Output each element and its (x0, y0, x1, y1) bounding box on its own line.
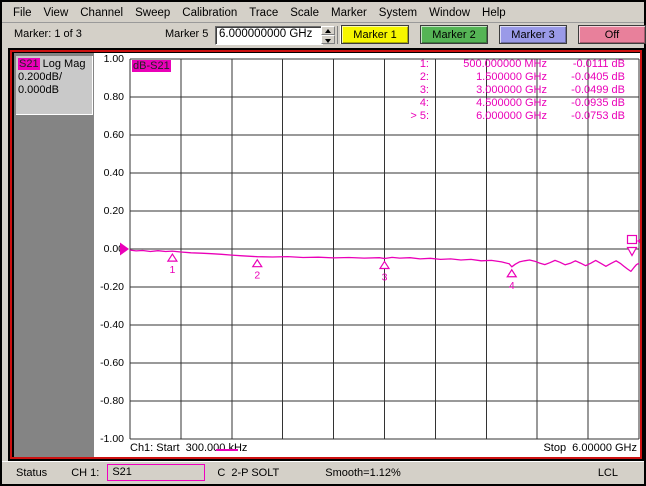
marker-readout-row: 1: 500.000000 MHz -0.0111 dB (419, 58, 625, 70)
y-tick-label: 0.20 (103, 205, 124, 217)
trace1-color-key-icon (216, 449, 238, 451)
up-arrow-icon (325, 29, 331, 33)
svg-text:1: 1 (169, 264, 175, 276)
stepper-down-button[interactable] (321, 35, 335, 44)
y-tick-label: -0.60 (100, 357, 124, 369)
measurement-indicator: S21 (107, 464, 206, 481)
trace-format-label: Log Mag (42, 58, 86, 70)
smoothing-status: Smooth=1.12% (325, 466, 401, 479)
local-mode-indicator: LCL (597, 466, 618, 479)
marker-buttons: Marker 1 Marker 2 Marker 3 Off (341, 25, 646, 44)
menu-bar: File View Channel Sweep Calibration Trace Scal… (2, 3, 644, 23)
marker-readout-row: 3: 3.000000 GHz -0.0499 dB (419, 84, 625, 96)
marker5-field-label: Marker 5 (165, 28, 209, 40)
marker-readout-row: > 5: 6.000000 GHz -0.0753 dB (410, 110, 625, 122)
y-tick-label: 0.40 (103, 167, 124, 179)
toolbar-button-off[interactable]: Off (578, 25, 646, 44)
y-tick-label: -1.00 (100, 433, 124, 445)
toolbar-button-marker-2[interactable]: Marker 2 (420, 25, 488, 44)
y-tick-label: 0.80 (103, 91, 124, 103)
marker-readout-row: 4: 4.500000 GHz -0.0935 dB (419, 97, 625, 109)
toolbar-button-marker-1[interactable]: Marker 1 (341, 25, 409, 44)
menu-channel[interactable]: Channel (75, 5, 128, 21)
marker-readout-table: 1: 500.000000 MHz -0.0111 dB 2: 1.500000 GHz… (403, 58, 625, 123)
frequency-stepper (321, 26, 335, 44)
menu-trace[interactable]: Trace (244, 5, 283, 21)
svg-text:2: 2 (254, 270, 260, 282)
plot-area: 1.00 0.80 0.60 0.40 0.20 0.00 -0.20 -0.40 -0.60 -… (94, 53, 640, 457)
menu-sweep[interactable]: Sweep (130, 5, 175, 21)
active-trace-label: dB-S21 (132, 60, 171, 72)
marker5-frequency-input[interactable]: 6.000000000 GHz (215, 26, 323, 45)
menu-view[interactable]: View (39, 5, 74, 21)
menu-marker[interactable]: Marker (326, 5, 372, 21)
y-axis-labels: 1.00 0.80 0.60 0.40 0.20 0.00 -0.20 -0.40 -0.60 -… (94, 53, 127, 457)
status-bar: Status CH 1: S21 C 2-P SOLT Smooth=1.12%… (2, 461, 644, 483)
menu-file[interactable]: File (8, 5, 37, 21)
y-tick-label: 0.60 (103, 129, 124, 141)
y-tick-label: -0.80 (100, 395, 124, 407)
calibration-status: C 2-P SOLT (217, 466, 280, 479)
trace-id-badge: S21 (18, 58, 40, 70)
toolbar-button-marker-3[interactable]: Marker 3 (499, 25, 567, 44)
toolbar-status-text: Marker: 1 of 3 (14, 28, 82, 40)
menu-window[interactable]: Window (424, 5, 475, 21)
svg-text:3: 3 (382, 271, 388, 283)
menu-help[interactable]: Help (477, 5, 511, 21)
measurement-display: S21 Log Mag 0.200dB/ 0.000dB 1.00 0.80 0.6… (8, 48, 644, 461)
y-tick-label: -0.20 (100, 281, 124, 293)
trace-reference-label: 0.000dB (18, 84, 59, 96)
stepper-up-button[interactable] (321, 26, 335, 35)
marker-readout-row: 2: 1.500000 GHz -0.0405 dB (419, 71, 625, 83)
channel-label: CH 1: (71, 466, 100, 479)
menu-system[interactable]: System (374, 5, 422, 21)
trace-status-sidebar: S21 Log Mag 0.200dB/ 0.000dB (14, 53, 94, 457)
sweep-start-label: Ch1: Start 300.000 kHz (130, 442, 248, 454)
down-arrow-icon (325, 39, 331, 43)
y-tick-label: 1.00 (103, 53, 124, 65)
status-label: Status (16, 466, 48, 479)
sweep-stop-label: Stop 6.00000 GHz (543, 442, 637, 454)
trace-scale-label: 0.200dB/ (18, 71, 63, 83)
svg-text:4: 4 (509, 280, 515, 292)
menu-calibration[interactable]: Calibration (177, 5, 242, 21)
trace-status-box[interactable]: S21 Log Mag 0.200dB/ 0.000dB (16, 56, 93, 115)
y-tick-label: 0.00 (103, 243, 124, 255)
menu-scale[interactable]: Scale (285, 5, 324, 21)
y-tick-label: -0.40 (100, 319, 124, 331)
vna-application-window: File View Channel Sweep Calibration Trace Scal… (2, 2, 646, 484)
marker-toolbar: Marker: 1 of 3 Marker 5 6.000000000 GHz … (2, 23, 646, 47)
